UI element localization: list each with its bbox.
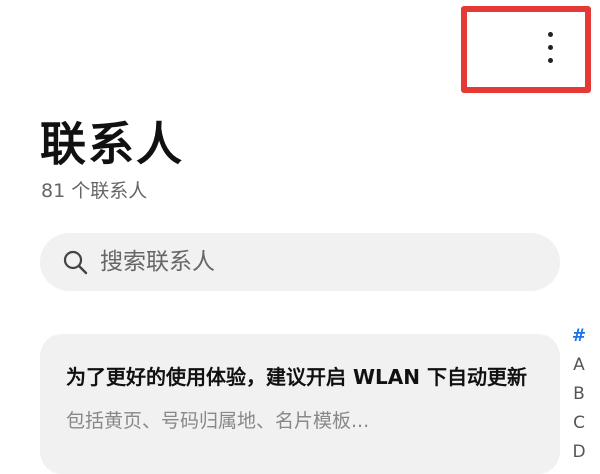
alphabet-index[interactable]: # A B C D [566,322,592,467]
more-vertical-icon [547,31,553,37]
wlan-card-title: 为了更好的使用体验，建议开启 WLAN 下自动更新 [66,365,527,389]
wlan-update-card[interactable]: 为了更好的使用体验，建议开启 WLAN 下自动更新 包括黄页、号码归属地、名片模… [40,334,560,474]
more-options-button[interactable] [530,24,570,70]
index-letter[interactable]: C [573,409,585,438]
highlight-annotation [461,6,591,93]
search-icon [63,250,88,275]
index-letter[interactable]: # [572,322,586,351]
wlan-card-description: 包括黄页、号码归属地、名片模板... [66,410,370,432]
index-letter[interactable]: A [573,351,585,380]
search-bar[interactable] [40,233,560,291]
index-letter[interactable]: D [572,438,585,467]
contact-count: 81 个联系人 [41,180,148,202]
search-input[interactable] [100,249,520,275]
page-title: 联系人 [40,117,184,171]
index-letter[interactable]: B [573,380,585,409]
